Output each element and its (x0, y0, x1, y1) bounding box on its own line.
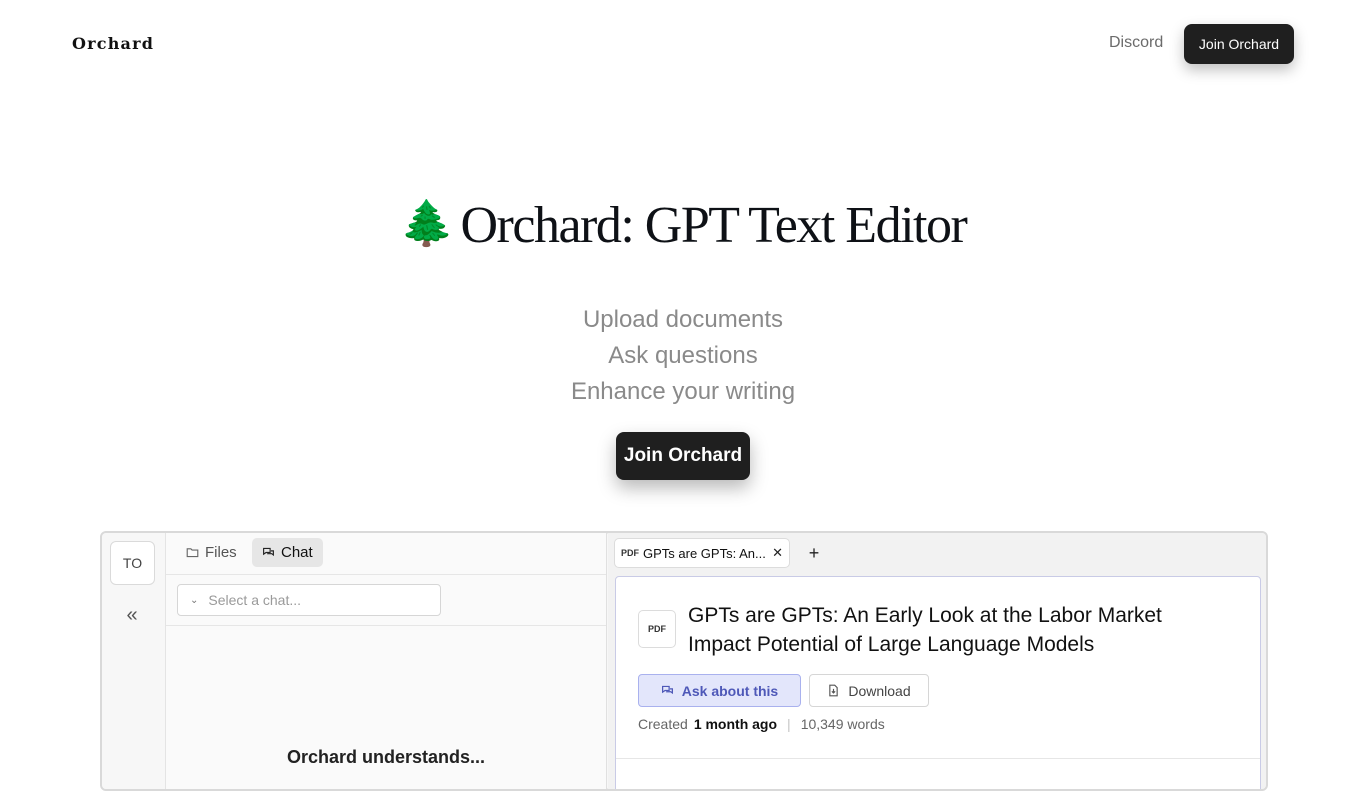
chat-select-placeholder: Select a chat... (208, 592, 301, 608)
document-meta: Created 1 month ago | 10,349 words (638, 716, 885, 732)
pane-tabs: Files Chat (166, 533, 606, 575)
join-orchard-nav-button[interactable]: Join Orchard (1184, 24, 1294, 64)
download-label: Download (848, 682, 911, 699)
hero-title-text: Orchard: GPT Text Editor (460, 197, 968, 254)
meta-separator: | (787, 716, 791, 732)
empty-state-heading: Orchard understands... (286, 747, 486, 767)
ask-about-this-label: Ask about this (681, 682, 779, 699)
document-tabs: PDF GPTs are GPTs: An... ✕ + (608, 533, 1266, 575)
folder-icon (186, 548, 199, 558)
chevron-down-icon: ⌄ (190, 594, 199, 606)
chat-select[interactable]: ⌄ Select a chat... (177, 584, 441, 616)
brand-logo[interactable]: Orchard (72, 34, 154, 53)
discord-link[interactable]: Discord (1109, 34, 1163, 52)
document-card: PDF GPTs are GPTs: An Early Look at the … (615, 576, 1261, 789)
tagline-enhance: Enhance your writing (570, 378, 796, 405)
divider (616, 758, 1260, 759)
created-prefix: Created (638, 716, 688, 732)
chat-icon (263, 547, 274, 557)
left-rail: TO « (102, 533, 166, 789)
chat-icon (661, 685, 673, 695)
ask-about-this-button[interactable]: Ask about this (638, 674, 801, 707)
document-tab-title: GPTs are GPTs: An... (643, 545, 766, 561)
join-orchard-hero-button[interactable]: Join Orchard (616, 432, 750, 480)
tab-chat-label: Chat (281, 544, 313, 561)
add-tab-icon[interactable]: + (802, 541, 826, 565)
download-file-icon (829, 684, 839, 697)
pdf-file-icon: PDF (638, 610, 676, 648)
tree-icon: 🌲 (399, 199, 455, 248)
created-value: 1 month ago (693, 716, 778, 732)
avatar[interactable]: TO (110, 541, 155, 585)
tab-files[interactable]: Files (176, 538, 247, 567)
word-count: 10,349 words (800, 716, 885, 732)
tagline-upload: Upload documents (582, 306, 784, 333)
chat-select-row: ⌄ Select a chat... (166, 575, 606, 626)
document-tab[interactable]: PDF GPTs are GPTs: An... ✕ (614, 538, 790, 568)
pdf-icon: PDF (621, 548, 639, 558)
document-title: GPTs are GPTs: An Early Look at the Labo… (688, 604, 1162, 656)
tab-files-label: Files (205, 544, 237, 561)
app-preview: TO « Files Chat ⌄ Select a chat... Orcha… (100, 531, 1268, 791)
download-button[interactable]: Download (809, 674, 929, 707)
document-pane: PDF GPTs are GPTs: An... ✕ + PDF GPTs ar… (608, 533, 1266, 789)
chat-pane: Files Chat ⌄ Select a chat... Orchard un… (166, 533, 607, 789)
close-icon[interactable]: ✕ (772, 545, 783, 561)
tagline-ask: Ask questions (608, 342, 758, 369)
collapse-sidebar-icon[interactable]: « (120, 603, 144, 627)
tab-chat[interactable]: Chat (252, 538, 323, 567)
hero-title: 🌲 Orchard: GPT Text Editor (0, 196, 1366, 255)
top-nav: Orchard Discord Join Orchard (0, 0, 1366, 88)
